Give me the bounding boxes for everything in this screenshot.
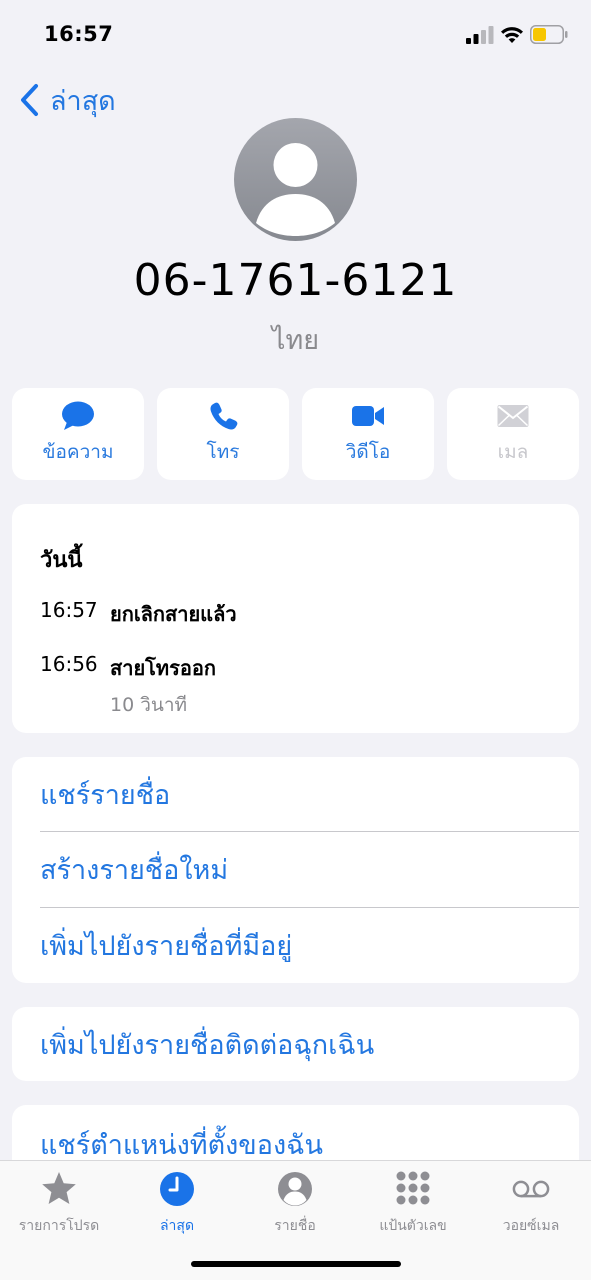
phone-icon xyxy=(210,402,238,430)
tab-label: รายชื่อ xyxy=(274,1218,316,1234)
chevron-left-icon xyxy=(21,84,38,116)
message-icon xyxy=(62,401,94,430)
history-date-heading: วันนี้ xyxy=(40,548,83,573)
person-silhouette-icon xyxy=(256,143,335,236)
create-new-contact-button[interactable]: สร้างรายชื่อใหม่ xyxy=(40,832,579,907)
back-label: ล่าสุด xyxy=(50,85,116,117)
tab-label: แป้นตัวเลข xyxy=(379,1218,447,1234)
contact-icon xyxy=(278,1172,312,1206)
status-bar: 16:57 xyxy=(0,0,591,70)
tab-label: รายการโปรด xyxy=(18,1218,100,1234)
history-time: 16:56 xyxy=(40,652,98,676)
tab-label: ล่าสุด xyxy=(159,1218,195,1234)
mail-icon xyxy=(497,405,529,427)
video-icon xyxy=(352,406,384,426)
history-description: สายโทรออก xyxy=(110,656,216,680)
call-label: โทร xyxy=(206,441,240,463)
history-row: 16:57 ยกเลิกสายแล้ว xyxy=(40,598,237,630)
add-to-existing-contact-button[interactable]: เพิ่มไปยังรายชื่อที่มีอยู่ xyxy=(40,908,579,983)
video-label: วิดีโอ xyxy=(345,441,391,463)
video-button[interactable]: วิดีโอ xyxy=(302,388,434,480)
mail-button[interactable]: เมล xyxy=(447,388,579,480)
call-button[interactable]: โทร xyxy=(157,388,289,480)
add-emergency-contact-button[interactable]: เพิ่มไปยังรายชื่อติดต่อฉุกเฉิน xyxy=(40,1007,579,1081)
history-duration: 10 วินาที xyxy=(110,694,188,716)
share-contact-button[interactable]: แชร์รายชื่อ xyxy=(40,757,579,832)
contact-region: ไทย xyxy=(271,325,320,356)
home-indicator xyxy=(191,1261,401,1267)
contact-number: 06-1761-6121 xyxy=(133,255,458,306)
clock-icon xyxy=(160,1172,194,1206)
emergency-contact-card: เพิ่มไปยังรายชื่อติดต่อฉุกเฉิน xyxy=(12,1007,579,1081)
tab-label: วอยซ์เมล xyxy=(502,1218,560,1234)
star-icon xyxy=(42,1172,76,1204)
tab-favorites[interactable]: รายการโปรด xyxy=(0,1169,118,1237)
keypad-icon xyxy=(396,1171,430,1205)
action-buttons: ข้อความ โทร วิดีโอ เมล xyxy=(12,388,579,480)
back-button[interactable]: ล่าสุด xyxy=(18,80,116,120)
call-history-card: วันนี้ 16:57 ยกเลิกสายแล้ว 16:56 สายโทรอ… xyxy=(12,504,579,733)
message-label: ข้อความ xyxy=(42,441,114,463)
wifi-icon xyxy=(501,27,523,43)
status-time: 16:57 xyxy=(44,22,114,46)
tab-contacts[interactable]: รายชื่อ xyxy=(236,1169,354,1237)
contact-options-card: แชร์รายชื่อ สร้างรายชื่อใหม่ เพิ่มไปยังร… xyxy=(12,757,579,983)
mail-label: เมล xyxy=(497,441,529,463)
contact-avatar xyxy=(234,118,357,241)
cellular-signal-icon xyxy=(466,26,494,44)
tab-recents[interactable]: ล่าสุด xyxy=(118,1169,236,1237)
history-row: 16:56 สายโทรออก xyxy=(40,652,216,684)
history-time: 16:57 xyxy=(40,598,98,622)
battery-icon xyxy=(530,25,568,44)
voicemail-icon xyxy=(512,1180,550,1198)
tab-keypad[interactable]: แป้นตัวเลข xyxy=(354,1169,472,1237)
history-description: ยกเลิกสายแล้ว xyxy=(110,602,237,626)
message-button[interactable]: ข้อความ xyxy=(12,388,144,480)
tab-voicemail[interactable]: วอยซ์เมล xyxy=(472,1169,590,1237)
